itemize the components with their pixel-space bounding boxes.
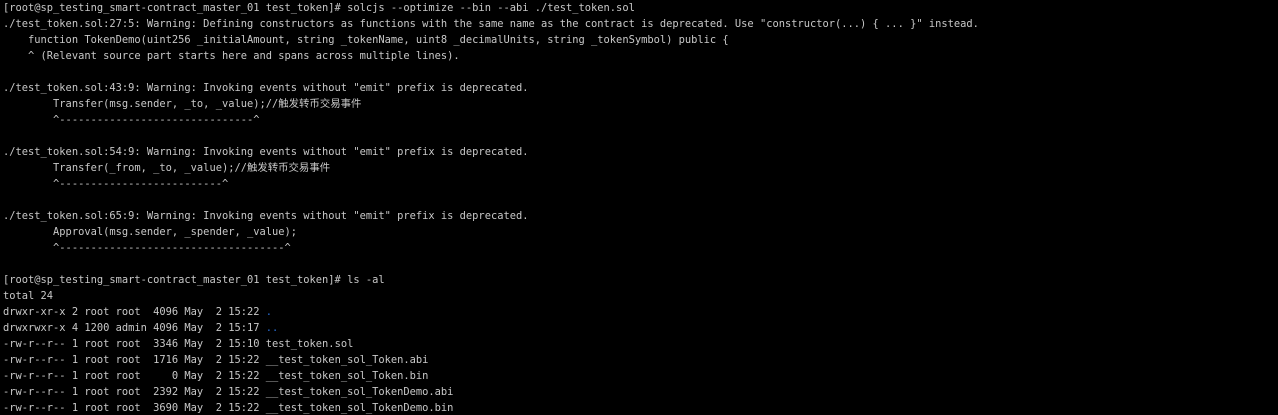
source-line: Approval(msg.sender, _spender, _value); [3, 226, 298, 238]
listing-meta: drwxr-xr-x 2 root root 4096 May 2 15:22 [3, 306, 266, 318]
source-line: function TokenDemo(uint256 _initialAmoun… [3, 34, 729, 46]
source-pointer-line: ^--------------------------^ [3, 178, 229, 190]
listing-meta: -rw-r--r-- 1 root root 2392 May 2 15:22 [3, 386, 266, 398]
listing-meta: -rw-r--r-- 1 root root 3346 May 2 15:10 [3, 338, 266, 350]
source-line: Transfer(_from, _to, _value);//触发转币交易事件 [3, 162, 331, 174]
terminal-window[interactable]: [root@sp_testing_smart-contract_master_0… [0, 0, 1278, 415]
listing-row: -rw-r--r-- 1 root root 3346 May 2 15:10 … [3, 336, 1278, 352]
listing-row: -rw-r--r-- 1 root root 2392 May 2 15:22 … [3, 384, 1278, 400]
listing-row: -rw-r--r-- 1 root root 3690 May 2 15:22 … [3, 400, 1278, 415]
listing-file-name: __test_token_sol_Token.bin [265, 370, 429, 382]
warning-line: ./test_token.sol:27:5: Warning: Defining… [3, 18, 979, 30]
listing-file-name: test_token.sol [265, 338, 354, 350]
warning-line: ./test_token.sol:54:9: Warning: Invoking… [3, 146, 529, 158]
listing-row: drwxr-xr-x 2 root root 4096 May 2 15:22 … [3, 304, 1278, 320]
warning-line: ./test_token.sol:43:9: Warning: Invoking… [3, 82, 529, 94]
listing-row: -rw-r--r-- 1 root root 0 May 2 15:22 __t… [3, 368, 1278, 384]
listing-meta: -rw-r--r-- 1 root root 3690 May 2 15:22 [3, 402, 266, 414]
source-pointer-line: ^------------------------------------^ [3, 242, 291, 254]
prompt-line-solcjs: [root@sp_testing_smart-contract_master_0… [3, 2, 635, 14]
warning-line: ./test_token.sol:65:9: Warning: Invoking… [3, 210, 529, 222]
listing-row: drwxrwxr-x 4 1200 admin 4096 May 2 15:17… [3, 320, 1278, 336]
listing-row: -rw-r--r-- 1 root root 1716 May 2 15:22 … [3, 352, 1278, 368]
source-pointer-line: ^ (Relevant source part starts here and … [3, 50, 460, 62]
source-line: Transfer(msg.sender, _to, _value);//触发转币… [3, 98, 362, 110]
listing-file-name: __test_token_sol_TokenDemo.abi [265, 386, 454, 398]
listing-total: total 24 [3, 290, 54, 302]
source-pointer-line: ^-------------------------------^ [3, 114, 260, 126]
listing-dir-name: . [265, 306, 273, 318]
listing-meta: drwxrwxr-x 4 1200 admin 4096 May 2 15:17 [3, 322, 266, 334]
prompt-line-ls: [root@sp_testing_smart-contract_master_0… [3, 274, 385, 286]
listing-meta: -rw-r--r-- 1 root root 0 May 2 15:22 [3, 370, 266, 382]
listing-file-name: __test_token_sol_TokenDemo.bin [265, 402, 454, 414]
listing-dir-name: .. [265, 322, 279, 334]
listing-file-name: __test_token_sol_Token.abi [265, 354, 429, 366]
listing-meta: -rw-r--r-- 1 root root 1716 May 2 15:22 [3, 354, 266, 366]
